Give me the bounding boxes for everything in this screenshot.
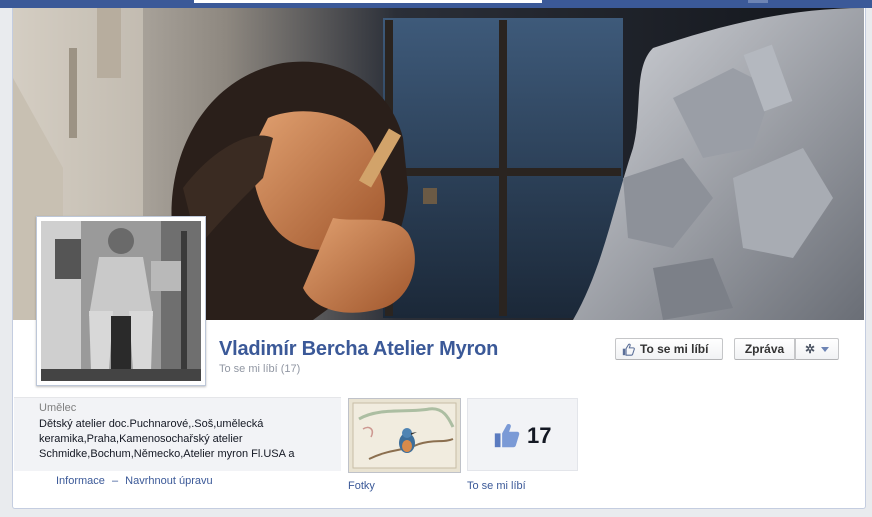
photos-thumbnail-image <box>349 399 460 472</box>
link-separator: – <box>111 475 119 487</box>
suggest-edit-link[interactable]: Navrhnout úpravu <box>125 475 212 487</box>
message-button-label: Zpráva <box>744 342 785 356</box>
thumbs-up-icon <box>622 343 635 356</box>
gear-icon: ✲ <box>804 342 816 356</box>
info-link[interactable]: Informace <box>56 475 105 487</box>
like-page-button[interactable]: To se mi líbí <box>615 338 723 360</box>
likes-app-tile[interactable]: 17 <box>467 398 578 471</box>
message-button[interactable]: Zpráva <box>734 338 795 360</box>
about-links: Informace – Navrhnout úpravu <box>56 475 213 487</box>
nav-icon-edge[interactable] <box>748 0 768 3</box>
page-likes-summary: To se mi líbí (17) <box>219 363 301 375</box>
photos-app-tile[interactable] <box>348 398 461 473</box>
top-navigation-bar <box>0 0 872 8</box>
about-description: Dětský atelier doc.Puchnarové,.Soš,uměle… <box>39 418 295 460</box>
settings-dropdown-button[interactable]: ✲ <box>795 338 839 360</box>
page-category: Umělec <box>39 402 77 414</box>
likes-app-label[interactable]: To se mi líbí <box>467 480 526 492</box>
about-section: Umělec Dětský atelier doc.Puchnarové,.So… <box>14 397 341 471</box>
page-title[interactable]: Vladimír Bercha Atelier Myron <box>219 338 498 361</box>
thumbs-up-icon <box>494 423 520 448</box>
chevron-down-icon <box>821 346 830 352</box>
photos-app-label[interactable]: Fotky <box>348 480 375 492</box>
profile-photo-image <box>41 221 201 381</box>
likes-count: 17 <box>527 423 552 448</box>
like-button-label: To se mi líbí <box>640 342 709 356</box>
profile-picture[interactable] <box>36 216 206 386</box>
search-bar-edge[interactable] <box>194 0 542 3</box>
